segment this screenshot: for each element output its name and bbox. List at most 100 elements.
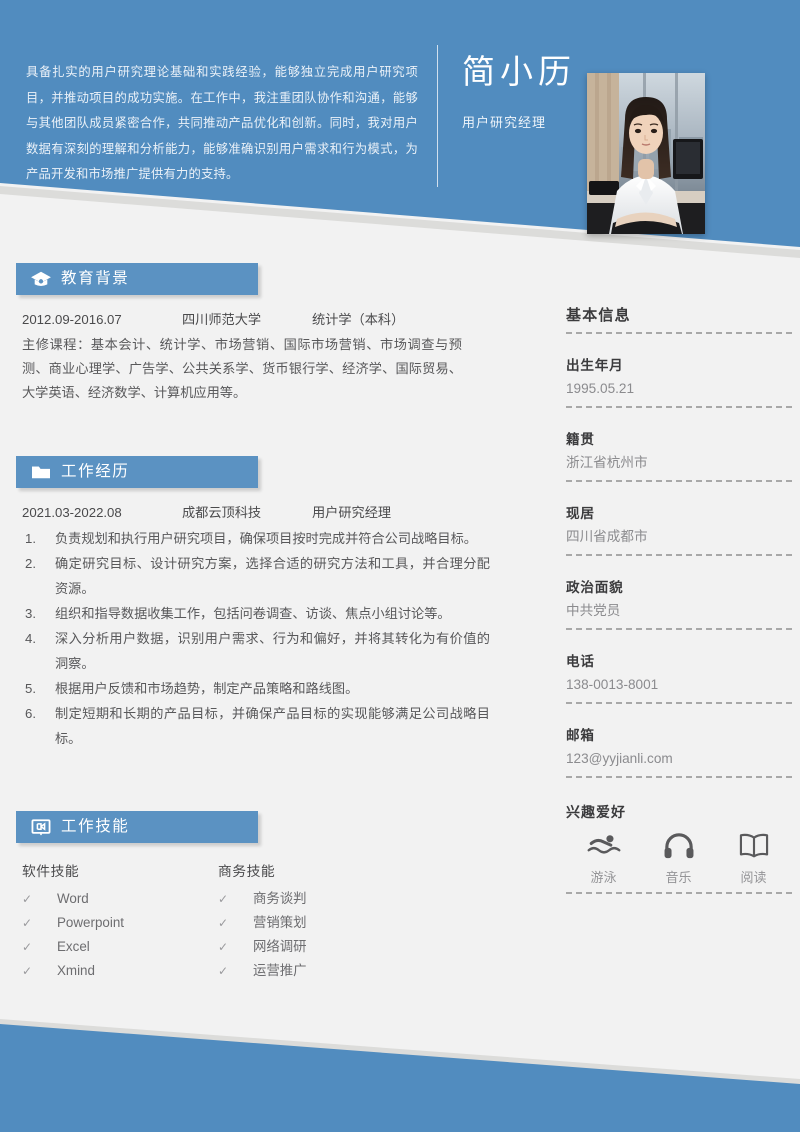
- divider-dashed: [566, 628, 792, 630]
- skill-item-label: 运营推广: [253, 963, 307, 978]
- sidebar-field: 出生年月 1995.05.21: [566, 355, 792, 408]
- hobbies-list: 游泳 音乐 阅读: [566, 830, 792, 886]
- header-content: 具备扎实的用户研究理论基础和实践经验，能够独立完成用户研究项目，并推动项目的成功…: [0, 0, 800, 250]
- sidebar-title: 基本信息: [566, 307, 631, 324]
- hobby-label: 游泳: [590, 870, 617, 885]
- skill-item: ✓ Powerpoint: [22, 911, 218, 935]
- hobby-item: 音乐: [641, 830, 716, 886]
- sidebar-field-label: 出生年月: [566, 358, 624, 373]
- sidebar-field: 邮箱 123@yyjianli.com: [566, 725, 792, 778]
- skill-item: ✓ Word: [22, 887, 218, 911]
- work-body: 2021.03-2022.08 成都云顶科技 用户研究经理 负责规划和执行用户研…: [22, 501, 490, 751]
- divider-dashed-hobbies: [566, 892, 792, 894]
- section-title-skills: 工作技能: [61, 818, 130, 836]
- sidebar-field-label: 邮箱: [566, 728, 595, 743]
- section-header-skills: 工作技能: [16, 811, 258, 843]
- skill-column-title: 软件技能: [22, 864, 80, 879]
- sidebar-field: 电话 138-0013-8001: [566, 651, 792, 704]
- footer-banner: [0, 1024, 800, 1132]
- sidebar-field-value: 138-0013-8001: [566, 677, 659, 692]
- skill-item: ✓ 营销策划: [218, 911, 414, 935]
- sidebar-field-label: 政治面貌: [566, 580, 624, 595]
- hobby-item: 阅读: [716, 830, 791, 886]
- person-job-title: 用户研究经理: [462, 115, 547, 130]
- portrait-photo-illustration: [587, 73, 705, 234]
- work-company: 成都云顶科技: [182, 505, 262, 520]
- divider-dashed: [566, 480, 792, 482]
- skill-item-label: Excel: [57, 939, 90, 954]
- education-entry-row: 2012.09-2016.07 四川师范大学 统计学（本科）: [22, 308, 482, 332]
- work-role: 用户研究经理: [312, 505, 392, 520]
- skill-item: ✓ 网络调研: [218, 935, 414, 959]
- section-title-work: 工作经历: [61, 463, 130, 481]
- work-duty-item: 负责规划和执行用户研究项目，确保项目按时完成并符合公司战略目标。: [25, 526, 477, 551]
- divider-dashed: [566, 332, 792, 334]
- education-major: 统计学（本科）: [312, 312, 405, 327]
- check-icon: ✓: [22, 892, 33, 906]
- skill-item-label: 商务谈判: [253, 891, 307, 906]
- skill-item-label: 网络调研: [253, 939, 307, 954]
- sidebar-field-value: 浙江省杭州市: [566, 455, 648, 470]
- check-icon: ✓: [218, 892, 229, 906]
- education-date: 2012.09-2016.07: [22, 312, 122, 327]
- sidebar-field-value: 四川省成都市: [566, 529, 648, 544]
- identity-block: 简小历 用户研究经理: [462, 50, 582, 131]
- check-icon: ✓: [22, 964, 33, 978]
- hobby-label: 音乐: [665, 870, 692, 885]
- work-duty-item: 根据用户反馈和市场趋势，制定产品策略和路线图。: [25, 676, 359, 701]
- sidebar-field-label: 籍贯: [566, 432, 595, 447]
- graduation-cap-icon: [30, 268, 52, 290]
- avatar: [587, 73, 705, 234]
- skill-column: 软件技能 ✓ Word ✓ Powerpoint ✓ Excel ✓ Xmind: [22, 860, 218, 983]
- sidebar-field-value: 1995.05.21: [566, 381, 635, 396]
- swimming-icon: [566, 830, 641, 862]
- check-icon: ✓: [22, 916, 33, 930]
- hobby-label: 阅读: [740, 870, 767, 885]
- check-icon: ✓: [218, 940, 229, 954]
- skills-body: 软件技能 ✓ Word ✓ Powerpoint ✓ Excel ✓ Xmind 商务技能 ✓ 商务谈…: [22, 860, 482, 983]
- section-header-work: 工作经历: [16, 456, 258, 488]
- work-date: 2021.03-2022.08: [22, 505, 122, 520]
- work-duty-item: 制定短期和长期的产品目标，并确保产品目标的实现能够满足公司战略目标。: [25, 701, 490, 746]
- skills-columns: 软件技能 ✓ Word ✓ Powerpoint ✓ Excel ✓ Xmind 商务技能 ✓ 商务谈…: [22, 860, 482, 983]
- sidebar-field: 现居 四川省成都市: [566, 503, 792, 556]
- resume-page: 具备扎实的用户研究理论基础和实践经验，能够独立完成用户研究项目，并推动项目的成功…: [0, 0, 800, 1132]
- sidebar-field-label: 电话: [566, 654, 595, 669]
- skill-item-label: Word: [57, 891, 89, 906]
- skill-item-label: 营销策划: [253, 915, 307, 930]
- person-name: 简小历: [462, 53, 576, 90]
- sidebar-field-list: 出生年月 1995.05.21 籍贯浙江省杭州市 现居四川省成都市 政治面貌中共党员电话…: [566, 355, 792, 778]
- open-book-icon: [716, 830, 791, 862]
- divider-dashed: [566, 554, 792, 556]
- work-duty-item: 组织和指导数据收集工作，包括问卷调查、访谈、焦点小组讨论等。: [25, 601, 451, 626]
- skill-column-title: 商务技能: [218, 864, 276, 879]
- skill-item-label: Powerpoint: [57, 915, 124, 930]
- skill-item-label: Xmind: [57, 963, 95, 978]
- headphones-icon: [641, 830, 716, 862]
- education-school: 四川师范大学: [182, 312, 262, 327]
- skill-item: ✓ Excel: [22, 935, 218, 959]
- work-duty-item: 确定研究目标、设计研究方案，选择合适的研究方法和工具，并合理分配资源。: [25, 551, 490, 596]
- divider-dashed: [566, 776, 792, 778]
- profile-summary: 具备扎实的用户研究理论基础和实践经验，能够独立完成用户研究项目，并推动项目的成功…: [26, 65, 418, 181]
- sidebar-field: 籍贯 浙江省杭州市: [566, 429, 792, 482]
- sidebar-field-label: 现居: [566, 506, 595, 521]
- sidebar-field-value: 中共党员: [566, 603, 621, 618]
- sidebar-field-value: 123@yyjianli.com: [566, 751, 673, 766]
- check-icon: ✓: [22, 940, 33, 954]
- presentation-icon: [30, 816, 52, 838]
- sidebar-field: 政治面貌 中共党员: [566, 577, 792, 630]
- section-header-education: 教育背景: [16, 263, 258, 295]
- work-duties-list: 负责规划和执行用户研究项目，确保项目按时完成并符合公司战略目标。 确定研究目标、设…: [22, 526, 490, 751]
- section-title-education: 教育背景: [61, 270, 130, 288]
- divider-dashed: [566, 406, 792, 408]
- skill-column: 商务技能 ✓ 商务谈判 ✓ 营销策划 ✓ 网络调研 ✓ 运营推广: [218, 860, 414, 983]
- education-courses: 主修课程：基本会计、统计学、市场营销、国际市场营销、市场调查与预测、商业心理学、…: [22, 337, 462, 400]
- skill-item: ✓ 商务谈判: [218, 887, 414, 911]
- divider-dashed: [566, 702, 792, 704]
- header-vertical-divider: [437, 45, 438, 187]
- education-body: 2012.09-2016.07 四川师范大学 统计学（本科） 主修课程：基本会计…: [22, 308, 482, 405]
- skill-item: ✓ 运营推广: [218, 959, 414, 983]
- folder-icon: [30, 461, 52, 483]
- skill-item: ✓ Xmind: [22, 959, 218, 983]
